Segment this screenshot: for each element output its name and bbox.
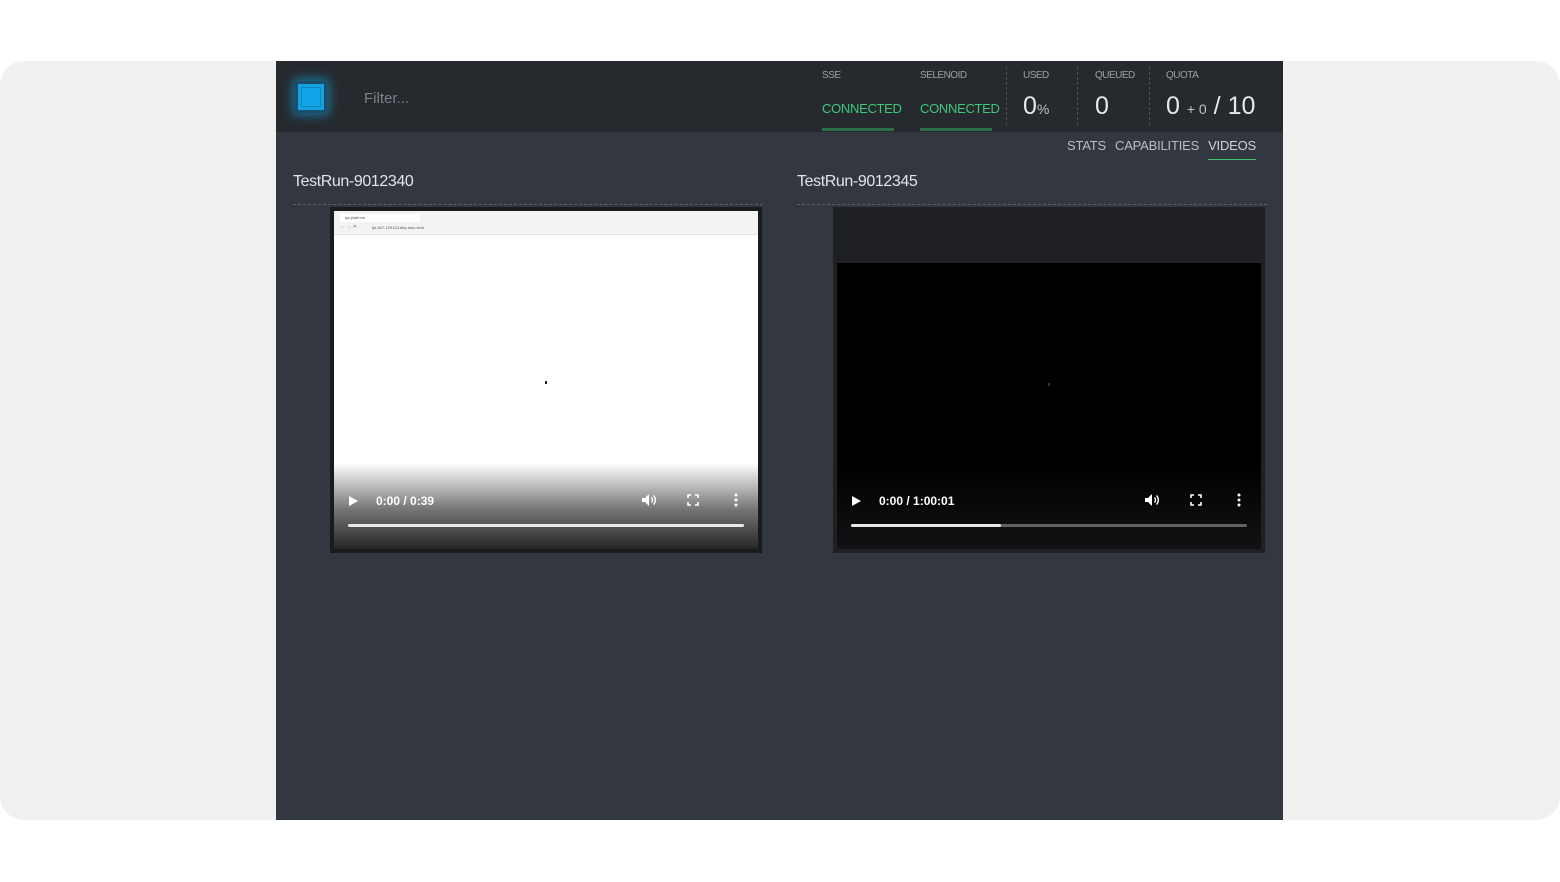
stat-sse: SSE CONNECTED [822,61,902,132]
video-controls: 0:00 / 0:39 [334,463,758,549]
recorded-nav-icons: ← → ✕ [340,224,357,230]
mouse-cursor-icon [545,381,547,384]
progress-fill [348,524,744,527]
top-bar: SSE CONNECTED SELENOID CONNECTED USED 0%… [276,61,1283,132]
view-tabs: STATS CAPABILITIES VIDEOS [1067,138,1256,160]
recorded-browser-url: tpl-607-129124.dbp.inno.tech [372,225,425,230]
volume-icon[interactable] [641,493,657,507]
video-title: TestRun-9012340 [293,173,414,190]
volume-icon[interactable] [1144,493,1160,507]
video-time: 0:00 / 1:00:01 [879,494,955,508]
used-unit: % [1036,101,1050,117]
stat-selenoid: SELENOID CONNECTED [920,61,1000,132]
stat-queued: QUEUED 0 [1095,61,1145,132]
play-icon[interactable] [852,496,861,506]
more-vertical-icon[interactable] [734,493,738,507]
stat-queued-label: QUEUED [1095,70,1135,81]
stat-sse-underline [822,128,894,131]
video-card: TestRun-9012340 [293,173,763,205]
stat-queued-value: 0 [1095,92,1109,120]
stat-quota: QUOTA 0 + 0 / 10 [1166,61,1276,132]
tab-capabilities[interactable]: CAPABILITIES [1115,138,1199,160]
stat-selenoid-underline [920,128,992,131]
stat-quota-value: 0 + 0 / 10 [1166,92,1255,121]
recorded-browser-tab: qa-platform [340,214,420,222]
more-vertical-icon[interactable] [1237,493,1241,507]
quota-used: 0 [1166,92,1180,120]
used-number: 0 [1023,92,1037,120]
title-divider [797,204,1267,205]
stat-selenoid-label: SELENOID [920,70,967,81]
tab-stats[interactable]: STATS [1067,138,1106,160]
video-time: 0:00 / 0:39 [376,494,435,508]
stat-quota-label: QUOTA [1166,70,1199,81]
stat-sse-status: CONNECTED [822,101,902,116]
play-icon[interactable] [349,496,358,506]
video-progress-bar[interactable] [348,524,744,527]
stat-sse-label: SSE [822,70,841,81]
quota-extra: + 0 [1186,101,1207,117]
fullscreen-icon[interactable] [1190,494,1202,506]
divider [1149,67,1150,125]
mouse-cursor-icon [1048,383,1050,386]
divider [1006,67,1007,125]
selenoid-ui-app: SSE CONNECTED SELENOID CONNECTED USED 0%… [276,61,1283,820]
stat-used-label: USED [1023,70,1049,81]
filter-input[interactable] [364,87,664,109]
video-player[interactable]: 0:00 / 1:00:01 [833,207,1265,553]
video-player[interactable]: qa-platform ← → ✕ tpl-607-129124.dbp.inn… [330,207,762,553]
stat-used-value: 0% [1023,92,1049,121]
video-progress-bar[interactable] [851,524,1247,527]
tab-videos[interactable]: VIDEOS [1208,138,1256,160]
divider [1077,67,1078,125]
recorded-browser-toolbar: qa-platform ← → ✕ tpl-607-129124.dbp.inn… [334,211,758,235]
video-letterbox [837,211,1261,263]
stat-selenoid-status: CONNECTED [920,101,1000,116]
logo-inner [301,87,321,107]
selenoid-logo-icon[interactable] [295,81,327,113]
video-controls: 0:00 / 1:00:01 [837,463,1261,549]
quota-total: / 10 [1213,92,1256,120]
video-card: TestRun-9012345 [797,173,1267,205]
video-title: TestRun-9012345 [797,173,918,190]
fullscreen-icon[interactable] [687,494,699,506]
progress-fill [851,524,1002,527]
stat-used: USED 0% [1023,61,1073,132]
title-divider [293,204,763,205]
